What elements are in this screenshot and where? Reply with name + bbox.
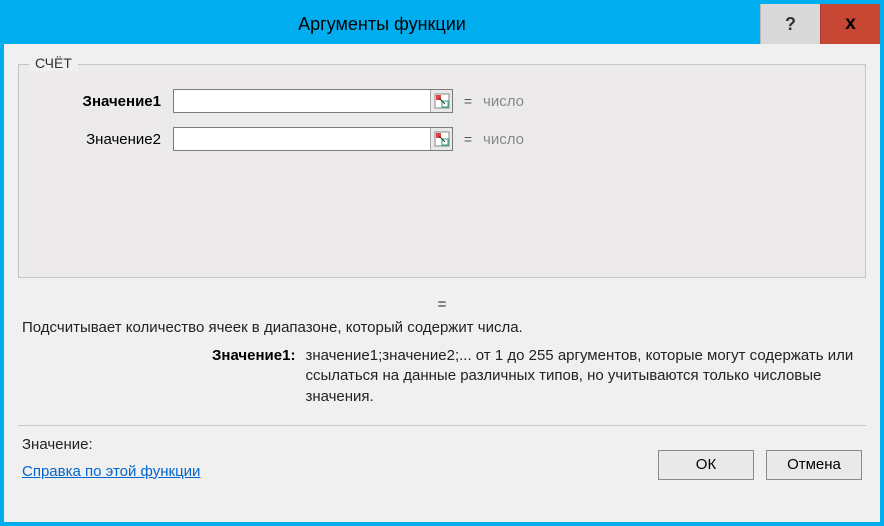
argument-row: Значение2 = [33, 127, 851, 151]
result-value-label: Значение: [22, 436, 200, 453]
separator [18, 425, 866, 426]
description-area: = Подсчитывает количество ячеек в диапаз… [18, 278, 866, 411]
function-description: Подсчитывает количество ячеек в диапазон… [22, 319, 862, 336]
client-area: СЧЁТ Значение1 [4, 44, 880, 522]
window-title: Аргументы функции [4, 4, 760, 44]
argument-row: Значение1 = [33, 89, 851, 113]
titlebar: Аргументы функции ? x [4, 4, 880, 44]
argument-input-wrap [173, 89, 453, 113]
argument1-input[interactable] [174, 90, 430, 112]
bottom-bar: Значение: Справка по этой функции ОК Отм… [18, 434, 866, 482]
argument-result: число [483, 131, 524, 148]
range-selector-icon [434, 93, 450, 109]
argument-result: число [483, 93, 524, 110]
range-selector-button[interactable] [430, 90, 452, 112]
arguments-group: СЧЁТ Значение1 [18, 64, 866, 278]
cancel-button[interactable]: Отмена [766, 450, 862, 480]
parameter-name: Значение1: [212, 346, 305, 407]
help-button[interactable]: ? [760, 4, 820, 44]
argument-label: Значение2 [33, 131, 173, 148]
range-selector-icon [434, 131, 450, 147]
bottom-right: ОК Отмена [658, 450, 862, 480]
argument-input-wrap [173, 127, 453, 151]
range-selector-button[interactable] [430, 128, 452, 150]
argument-label: Значение1 [33, 93, 173, 110]
close-button[interactable]: x [820, 4, 880, 44]
dialog-window: Аргументы функции ? x СЧЁТ Значение1 [0, 0, 884, 526]
formula-result-equals: = [22, 296, 862, 313]
equals-sign: = [453, 93, 483, 109]
argument2-input[interactable] [174, 128, 430, 150]
parameter-text: значение1;значение2;... от 1 до 255 аргу… [305, 346, 854, 407]
function-name-legend: СЧЁТ [29, 55, 78, 71]
ok-button[interactable]: ОК [658, 450, 754, 480]
bottom-left: Значение: Справка по этой функции [22, 436, 200, 480]
parameter-description: Значение1: значение1;значение2;... от 1 … [212, 346, 854, 407]
titlebar-buttons: ? x [760, 4, 880, 44]
equals-sign: = [453, 131, 483, 147]
function-help-link[interactable]: Справка по этой функции [22, 463, 200, 480]
